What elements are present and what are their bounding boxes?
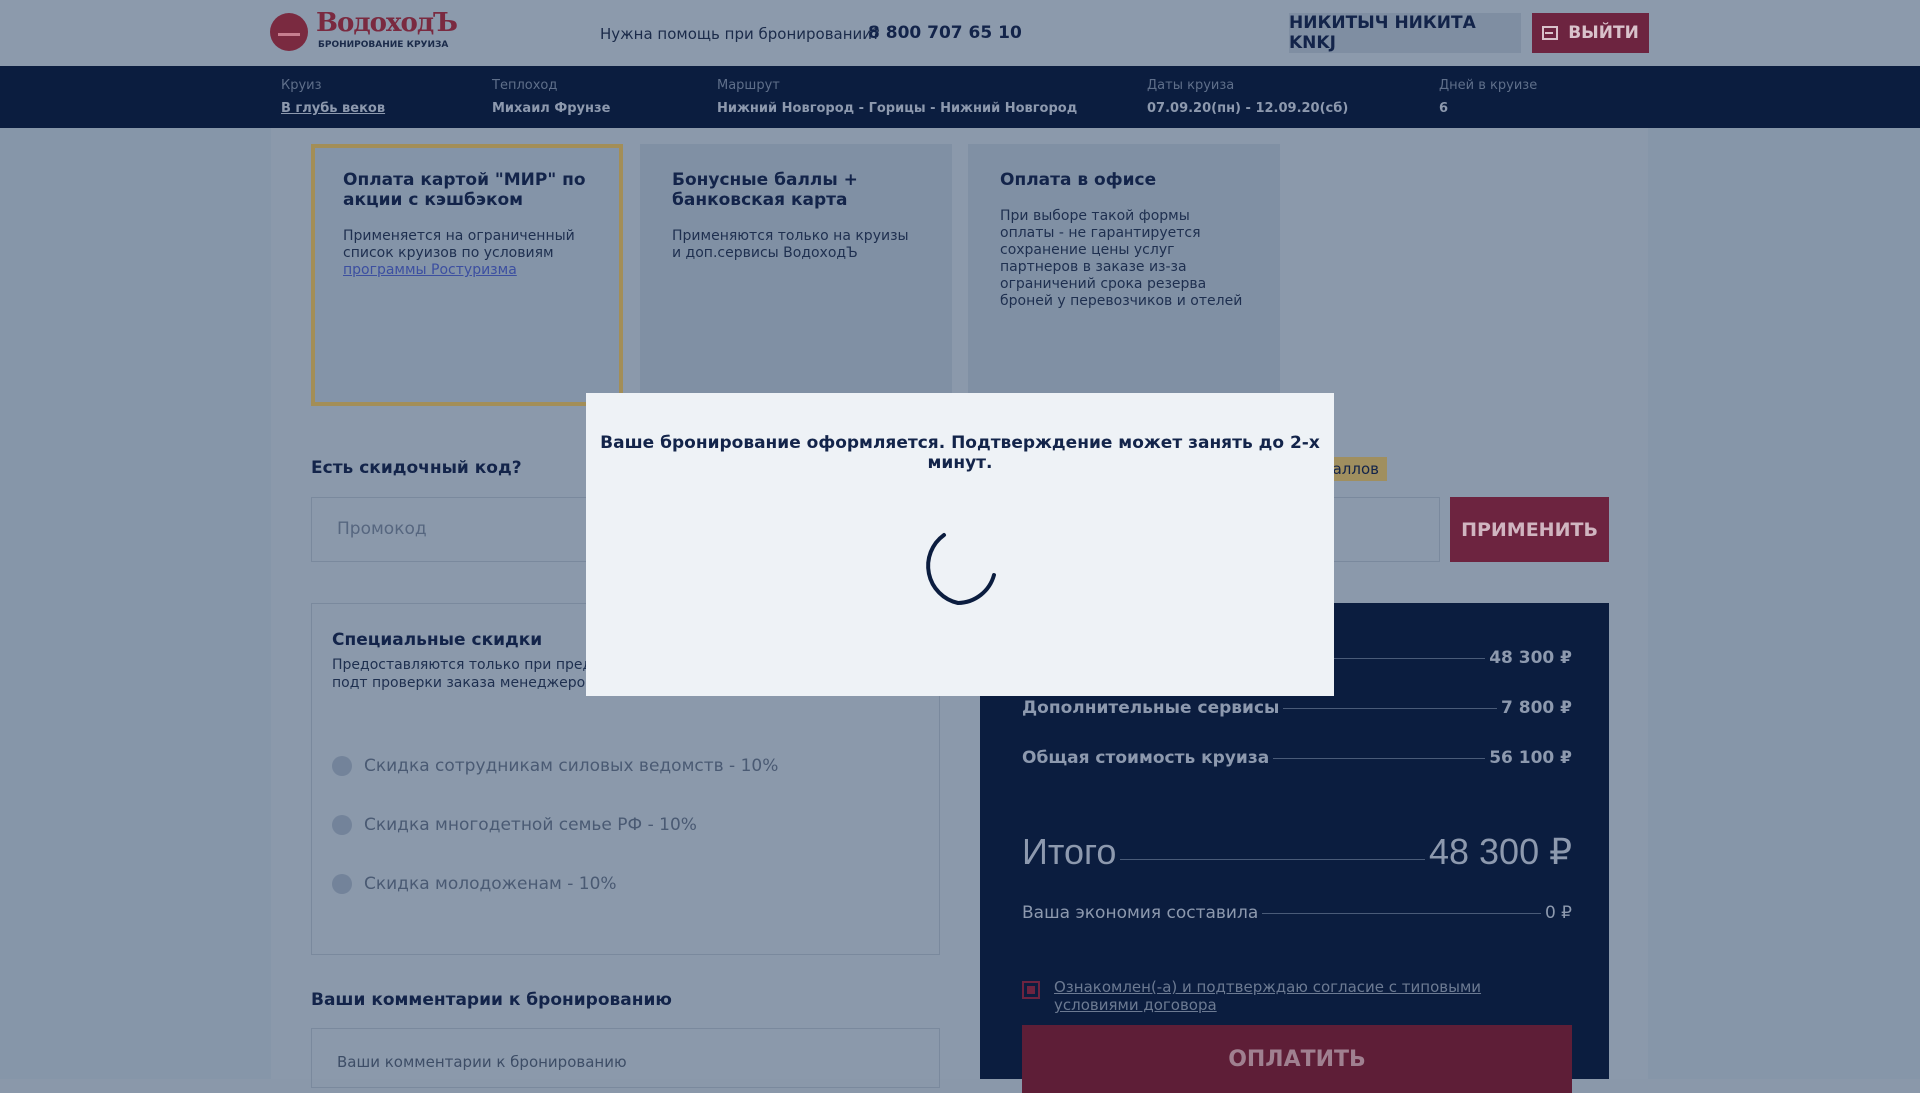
- logout-button[interactable]: ВЫЙТИ: [1532, 13, 1649, 53]
- discount-option[interactable]: Скидка сотрудникам силовых ведомств - 10…: [332, 756, 778, 776]
- user-name: НИКИТЫЧ НИКИТА KNKJ: [1289, 13, 1476, 53]
- apply-button[interactable]: ПРИМЕНИТЬ: [1450, 497, 1609, 562]
- info-label: Дней в круизе: [1439, 78, 1538, 93]
- info-label: Теплоход: [492, 78, 558, 93]
- discount-label: Скидка сотрудникам силовых ведомств - 10…: [364, 756, 779, 776]
- saving-label: Ваша экономия составила: [1022, 903, 1259, 923]
- phone-number[interactable]: 8 800 707 65 10: [868, 23, 1022, 43]
- total-value: 48 300 ₽: [1428, 831, 1572, 872]
- dotted-leader: [1273, 758, 1486, 759]
- summary-value: 56 100 ₽: [1489, 748, 1572, 768]
- agreement: Ознакомлен(-а) и подтверждаю согласие с …: [1022, 978, 1554, 1014]
- info-value: Михаил Фрунзе: [492, 101, 611, 116]
- payment-option-mir[interactable]: Оплата картой "МИР" по акции с кэшбэком …: [311, 144, 623, 406]
- summary-label: Общая стоимость круиза: [1022, 748, 1270, 768]
- booking-progress-modal: Ваше бронирование оформляется. Подтвержд…: [586, 393, 1334, 696]
- summary-row-saving: Ваша экономия составила 0 ₽: [1022, 903, 1572, 923]
- info-route: Маршрут Нижний Новгород - Горицы - Нижни…: [717, 78, 1077, 116]
- comments-textarea[interactable]: Ваши комментарии к бронированию: [311, 1028, 940, 1088]
- payment-option-desc: При выборе такой формы оплаты - не гаран…: [1000, 208, 1243, 309]
- summary-label: Дополнительные сервисы: [1022, 698, 1280, 718]
- info-label: Даты круиза: [1147, 78, 1235, 93]
- cruise-info-bar: Круиз В глубь веков Теплоход Михаил Фрун…: [0, 66, 1920, 128]
- logo-icon: [270, 13, 308, 51]
- user-profile-button[interactable]: НИКИТЫЧ НИКИТА KNKJ: [1289, 13, 1521, 53]
- logout-label: ВЫЙТИ: [1568, 23, 1639, 43]
- summary-row-cost: Общая стоимость круиза 56 100 ₽: [1022, 748, 1572, 768]
- info-dates: Даты круиза 07.09.20(пн) - 12.09.20(сб): [1147, 78, 1348, 116]
- pay-button[interactable]: ОПЛАТИТЬ: [1022, 1025, 1572, 1093]
- info-label: Маршрут: [717, 78, 780, 93]
- info-value: Нижний Новгород - Горицы - Нижний Новгор…: [717, 101, 1078, 116]
- payment-option-bonus[interactable]: Бонусные баллы + банковская карта Примен…: [640, 144, 952, 406]
- promo-label: Есть скидочный код?: [311, 458, 522, 478]
- payment-option-title: Оплата картой "МИР" по акции с кэшбэком: [343, 170, 586, 210]
- payment-option-office[interactable]: Оплата в офисе При выборе такой формы оп…: [968, 144, 1280, 406]
- payment-option-desc: Применяются только на круизы и доп.серви…: [672, 228, 909, 261]
- top-bar: ВодоходЪ БРОНИРОВАНИЕ КРУИЗА Нужна помощ…: [0, 0, 1920, 66]
- info-label: Круиз: [281, 78, 322, 93]
- discount-label: Скидка многодетной семье РФ - 10%: [364, 815, 697, 835]
- info-days: Дней в круизе 6: [1439, 78, 1537, 116]
- info-cruise: Круиз В глубь веков: [281, 78, 385, 116]
- summary-row-services: Дополнительные сервисы 7 800 ₽: [1022, 698, 1572, 718]
- payment-option-desc: Применяется на ограниченный список круиз…: [343, 228, 591, 279]
- discount-label: Скидка молодоженам - 10%: [364, 874, 617, 894]
- info-value: 6: [1439, 101, 1449, 116]
- discount-option[interactable]: Скидка многодетной семье РФ - 10%: [332, 815, 697, 835]
- logout-icon: [1542, 26, 1559, 40]
- info-value: 07.09.20(пн) - 12.09.20(сб): [1147, 101, 1349, 116]
- modal-message: Ваше бронирование оформляется. Подтвержд…: [600, 433, 1320, 473]
- saving-value: 0 ₽: [1544, 903, 1572, 923]
- logo-subtitle: БРОНИРОВАНИЕ КРУИЗА: [318, 40, 449, 50]
- payment-option-title: Оплата в офисе: [1000, 170, 1157, 190]
- radio-button[interactable]: [332, 815, 352, 835]
- total-label: Итого: [1022, 831, 1117, 872]
- summary-value: 48 300 ₽: [1489, 648, 1572, 668]
- payment-option-title: Бонусные баллы + банковская карта: [672, 170, 858, 210]
- dotted-leader: [1120, 859, 1425, 860]
- comments-label: Ваши комментарии к бронированию: [311, 990, 672, 1010]
- dotted-leader: [1283, 708, 1498, 709]
- dotted-leader: [1262, 913, 1541, 914]
- agreement-link[interactable]: Ознакомлен(-а) и подтверждаю согласие с …: [1054, 978, 1554, 1014]
- summary-value: 7 800 ₽: [1501, 698, 1572, 718]
- logo[interactable]: ВодоходЪ БРОНИРОВАНИЕ КРУИЗА: [270, 8, 458, 54]
- rostourism-program-link[interactable]: программы Ростуризма: [343, 262, 517, 278]
- summary-row-total: Итого 48 300 ₽: [1022, 831, 1572, 873]
- radio-button[interactable]: [332, 874, 352, 894]
- discount-option[interactable]: Скидка молодоженам - 10%: [332, 874, 617, 894]
- payment-option-desc-text: Применяется на ограниченный список круиз…: [343, 228, 575, 261]
- loading-spinner-icon: [926, 533, 996, 606]
- info-ship: Теплоход Михаил Фрунзе: [492, 78, 610, 116]
- cruise-name-link[interactable]: В глубь веков: [281, 101, 385, 116]
- help-text: Нужна помощь при бронировании?: [600, 25, 880, 43]
- agreement-checkbox[interactable]: [1022, 981, 1040, 999]
- logo-title: ВодоходЪ: [316, 8, 458, 38]
- radio-button[interactable]: [332, 756, 352, 776]
